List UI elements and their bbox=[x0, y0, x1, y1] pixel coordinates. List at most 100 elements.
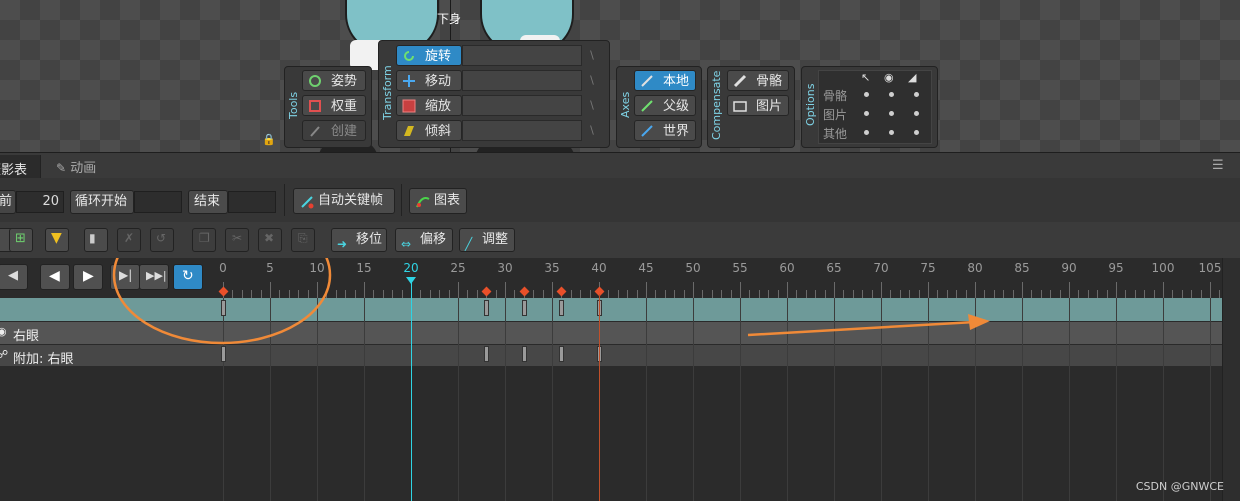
rotate-bone-icon[interactable]: ∖ bbox=[588, 50, 600, 62]
shear-bone-icon[interactable]: ∖ bbox=[588, 125, 600, 137]
option-toggle-dot[interactable] bbox=[864, 92, 869, 97]
option-row-images-label: 图片 bbox=[823, 108, 848, 122]
lock-keys-button[interactable]: ▮ bbox=[84, 228, 108, 252]
scale-tool-label: 缩放 bbox=[425, 99, 452, 114]
option-toggle-dot[interactable] bbox=[914, 130, 919, 135]
wrench-icon: ✗ bbox=[124, 231, 135, 245]
weights-icon bbox=[308, 99, 322, 113]
adjust-button[interactable]: ╱ 调整 bbox=[459, 228, 515, 252]
parent-axes-label: 父级 bbox=[663, 99, 690, 114]
graph-icon bbox=[416, 194, 430, 208]
option-toggle-dot[interactable] bbox=[914, 111, 919, 116]
dopesheet-toolbar: 前 20 循环开始 结束 自动关键帧 图表 bbox=[0, 178, 1240, 222]
annotation-arrow-head bbox=[968, 314, 990, 330]
compensate-bones-label: 骨骼 bbox=[756, 74, 783, 89]
dopesheet-timeline[interactable]: ◀​ ◀ ▶ ▶| ▶▶| ↻ 0 5 10 15 20 25 30 35 40 45 50 55 60… bbox=[0, 258, 1222, 501]
world-axes-button[interactable]: 世界 bbox=[634, 120, 696, 141]
filter-button[interactable]: ▼ bbox=[45, 228, 69, 252]
rotate-icon bbox=[402, 49, 416, 63]
key-edit-toolbar: ⊞ ▼ ▮ ✗ ↺ ❐ ✂ ✖ ⎘ ➜ 移位 ⇔ 偏移 ╱ 调整 bbox=[0, 222, 1240, 258]
option-toggle-dot[interactable] bbox=[914, 92, 919, 97]
world-axes-icon bbox=[640, 124, 654, 138]
tab-animation[interactable]: ✎ 动画 bbox=[56, 157, 96, 176]
compensate-bones-button[interactable]: 骨骼 bbox=[727, 70, 789, 91]
offset-button[interactable]: ⇔ 偏移 bbox=[395, 228, 453, 252]
autokey-icon bbox=[300, 194, 314, 209]
shift-icon: ➜ bbox=[337, 237, 348, 251]
paste-button[interactable]: ⎘ bbox=[291, 228, 315, 252]
move-icon bbox=[402, 74, 416, 88]
annotation-overlay bbox=[112, 258, 990, 345]
viewport-canvas[interactable]: 下身 Tools 姿势 权重 创建 🔒 Transform 旋转 ∖ 移动 ∖ … bbox=[0, 0, 1240, 152]
eye-icon: ◉ bbox=[884, 71, 894, 84]
loop-start-field[interactable] bbox=[134, 191, 182, 213]
weights-tool-button[interactable]: 权重 bbox=[302, 95, 366, 116]
translate-tool-button[interactable]: 移动 bbox=[396, 70, 462, 91]
paste-icon: ⎘ bbox=[298, 231, 308, 245]
scale-value-slider[interactable] bbox=[462, 95, 582, 116]
shear-tool-label: 倾斜 bbox=[425, 124, 452, 139]
filter-icon: ▼ bbox=[51, 230, 62, 246]
add-icon: ⊞ bbox=[15, 231, 26, 246]
end-button[interactable]: 结束 bbox=[188, 190, 228, 214]
local-axes-icon bbox=[640, 74, 654, 88]
world-axes-label: 世界 bbox=[663, 124, 690, 139]
copy-button[interactable]: ❐ bbox=[192, 228, 216, 252]
vertical-scrollbar[interactable] bbox=[1222, 258, 1240, 501]
end-field[interactable] bbox=[228, 191, 276, 213]
offset-label: 偏移 bbox=[420, 232, 447, 247]
compensate-images-button[interactable]: 图片 bbox=[727, 95, 789, 116]
shear-value-slider[interactable] bbox=[462, 120, 582, 141]
transform-group-label: Transform bbox=[381, 65, 394, 121]
weights-tool-label: 权重 bbox=[331, 99, 358, 114]
scale-tool-button[interactable]: 缩放 bbox=[396, 95, 462, 116]
autokey-label: 自动关键帧 bbox=[318, 193, 384, 208]
translate-tool-label: 移动 bbox=[425, 74, 452, 89]
option-toggle-dot[interactable] bbox=[864, 130, 869, 135]
end-label: 结束 bbox=[194, 194, 221, 209]
pose-tool-button[interactable]: 姿势 bbox=[302, 70, 366, 91]
translate-bone-icon[interactable]: ∖ bbox=[588, 75, 600, 87]
tag-icon: ◢ bbox=[908, 71, 917, 84]
image-icon bbox=[733, 99, 747, 113]
lock-icon[interactable]: 🔒 bbox=[262, 134, 276, 146]
local-axes-button[interactable]: 本地 bbox=[634, 70, 696, 91]
graph-button[interactable]: 图表 bbox=[409, 188, 467, 214]
local-axes-label: 本地 bbox=[663, 74, 690, 89]
option-toggle-dot[interactable] bbox=[889, 130, 894, 135]
watermark-text: CSDN @GNWCE bbox=[1135, 480, 1224, 493]
autokey-button[interactable]: 自动关键帧 bbox=[293, 188, 395, 214]
option-toggle-dot[interactable] bbox=[864, 111, 869, 116]
scale-bone-icon[interactable]: ∖ bbox=[588, 100, 600, 112]
translate-value-slider[interactable] bbox=[462, 70, 582, 91]
create-tool-button[interactable]: 创建 bbox=[302, 120, 366, 141]
rotate-tool-button[interactable]: 旋转 bbox=[396, 45, 462, 66]
bone-label[interactable]: 下身 bbox=[437, 10, 461, 27]
option-toggle-dot[interactable] bbox=[889, 92, 894, 97]
copy-icon: ❐ bbox=[199, 231, 210, 245]
rotate-value-slider[interactable] bbox=[462, 45, 582, 66]
option-toggle-dot[interactable] bbox=[889, 111, 894, 116]
add-key-button[interactable]: ⊞ bbox=[9, 228, 33, 252]
shift-label: 移位 bbox=[356, 232, 383, 247]
options-group-label: Options bbox=[804, 83, 817, 127]
panel-tab-bar: 摄影表 ✎ 动画 ☰ bbox=[0, 152, 1240, 180]
flip-button[interactable]: ↺ bbox=[150, 228, 174, 252]
tab-dopesheet[interactable]: 摄影表 bbox=[0, 155, 41, 179]
cut-button[interactable]: ✂ bbox=[225, 228, 249, 252]
shift-button[interactable]: ➜ 移位 bbox=[331, 228, 387, 252]
compensate-group-label: Compensate bbox=[710, 70, 723, 140]
toolbar-separator bbox=[401, 184, 402, 216]
before-frames-field[interactable]: 20 bbox=[16, 191, 64, 213]
panel-menu-icon[interactable]: ☰ bbox=[1212, 158, 1224, 173]
cut-icon: ✂ bbox=[232, 231, 243, 245]
tools-group-label: Tools bbox=[287, 91, 300, 119]
wrench-button[interactable]: ✗ bbox=[117, 228, 141, 252]
loop-start-button[interactable]: 循环开始 bbox=[70, 190, 134, 214]
create-bone-icon bbox=[308, 124, 322, 138]
delete-icon: ✖ bbox=[264, 231, 275, 245]
delete-button[interactable]: ✖ bbox=[258, 228, 282, 252]
parent-axes-button[interactable]: 父级 bbox=[634, 95, 696, 116]
adjust-icon: ╱ bbox=[465, 237, 473, 251]
shear-tool-button[interactable]: 倾斜 bbox=[396, 120, 462, 141]
